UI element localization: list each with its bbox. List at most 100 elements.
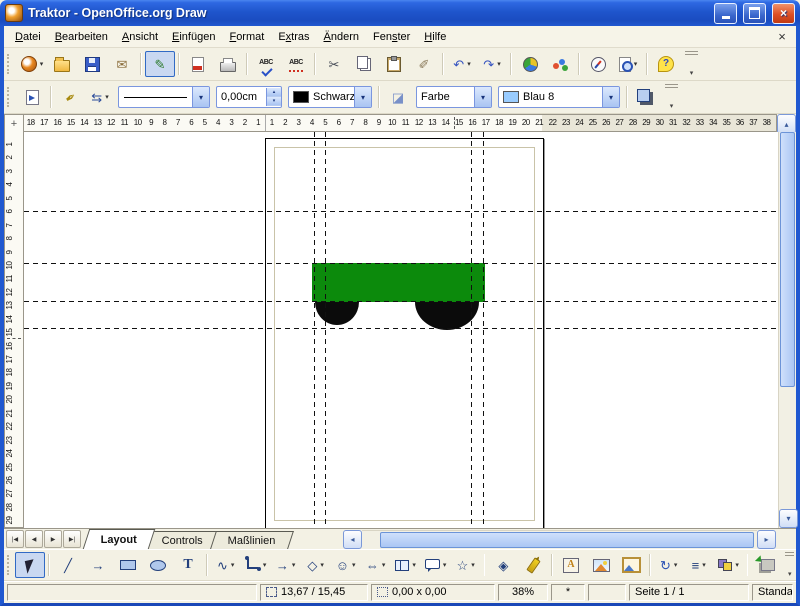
- guide-line-horizontal[interactable]: [24, 328, 778, 329]
- alignment-icon[interactable]: ≡▾: [684, 552, 714, 578]
- next-page-button[interactable]: ▶: [44, 530, 62, 548]
- chevron-down-icon[interactable]: ▾: [474, 87, 491, 107]
- dropdown-arrow-icon[interactable]: ▾: [497, 60, 501, 68]
- new-icon[interactable]: ▾: [17, 51, 47, 77]
- curve-icon[interactable]: ∿▾: [211, 552, 241, 578]
- scroll-left-button[interactable]: ◂: [343, 530, 362, 549]
- paste-icon[interactable]: ▾: [379, 51, 409, 77]
- close-document-button[interactable]: ×: [768, 29, 796, 44]
- menu-extras[interactable]: Extras: [271, 29, 316, 45]
- cut-icon[interactable]: ✂▾: [319, 51, 349, 77]
- chevron-down-icon[interactable]: ▾: [354, 87, 371, 107]
- vertical-scrollbar[interactable]: ▾: [778, 132, 796, 528]
- guide-line-horizontal[interactable]: [24, 301, 778, 302]
- rectangle-icon[interactable]: ▾: [113, 552, 143, 578]
- styles-formatting-icon[interactable]: [17, 84, 47, 110]
- scrollbar-track[interactable]: [362, 530, 757, 548]
- export-pdf-icon[interactable]: ▾: [183, 51, 213, 77]
- guide-line-vertical[interactable]: [471, 132, 472, 528]
- format-paintbrush-icon[interactable]: ✐▾: [409, 51, 439, 77]
- edit-points-icon[interactable]: ◈▾: [488, 552, 518, 578]
- toolbar-more-button[interactable]: ▾: [785, 552, 794, 578]
- line-dialog-icon[interactable]: ✒: [55, 84, 85, 110]
- menu-hilfe[interactable]: Hilfe: [417, 29, 453, 45]
- line-icon[interactable]: ╱▾: [53, 552, 83, 578]
- dropdown-arrow-icon[interactable]: ▾: [735, 561, 739, 569]
- toolbar-grip[interactable]: [7, 555, 12, 575]
- chevron-down-icon[interactable]: ▾: [192, 87, 209, 107]
- scroll-right-button[interactable]: ▸: [757, 530, 776, 549]
- symbol-shapes-icon[interactable]: ☺▾: [331, 552, 361, 578]
- dropdown-arrow-icon[interactable]: ▾: [443, 561, 447, 569]
- navigator-icon[interactable]: ▾: [583, 51, 613, 77]
- auto-spellcheck-icon[interactable]: ABC▾: [281, 51, 311, 77]
- menu-ansicht[interactable]: Ansicht: [115, 29, 165, 45]
- insert-picture-icon[interactable]: ▾: [586, 552, 616, 578]
- zoom-icon[interactable]: ▾: [613, 51, 643, 77]
- menu-datei[interactable]: Datei: [8, 29, 48, 45]
- open-icon[interactable]: ▾: [47, 51, 77, 77]
- chevron-down-icon[interactable]: ▾: [602, 87, 619, 107]
- horizontal-scrollbar[interactable]: ◂ ▸: [343, 531, 776, 548]
- toolbar-grip[interactable]: [7, 87, 14, 107]
- line-width-input[interactable]: 0,00cm▴▾: [216, 86, 282, 108]
- select-icon[interactable]: ▾: [15, 552, 45, 578]
- dropdown-arrow-icon[interactable]: ▾: [674, 561, 678, 569]
- basic-shapes-icon[interactable]: ◇▾: [301, 552, 331, 578]
- status-zoom-field[interactable]: 38%: [498, 584, 548, 601]
- undo-icon[interactable]: ↶▾: [447, 51, 477, 77]
- vertical-ruler[interactable]: 1234567891011121314151617181920212223242…: [4, 132, 24, 528]
- dropdown-arrow-icon[interactable]: ▾: [352, 561, 356, 569]
- tab-controls[interactable]: Controls: [144, 531, 221, 549]
- callouts-icon[interactable]: ▾: [421, 552, 451, 578]
- tab-layout[interactable]: Layout: [83, 529, 156, 549]
- menu-aendern[interactable]: Ändern: [317, 29, 366, 45]
- gallery2-icon[interactable]: ▾: [616, 552, 646, 578]
- toolbar-grip[interactable]: [7, 54, 14, 74]
- area-dialog-icon[interactable]: ◪: [383, 84, 413, 110]
- tractor-body-shape[interactable]: [312, 263, 485, 302]
- dropdown-arrow-icon[interactable]: ▾: [467, 60, 471, 68]
- drawing-canvas[interactable]: [24, 132, 778, 528]
- menu-einfuegen[interactable]: Einfügen: [165, 29, 222, 45]
- dropdown-arrow-icon[interactable]: ▾: [471, 561, 475, 569]
- scrollbar-thumb[interactable]: [380, 532, 754, 548]
- email-icon[interactable]: ✉▾: [107, 51, 137, 77]
- guide-line-horizontal[interactable]: [24, 263, 778, 264]
- block-arrows-icon[interactable]: ⇔▾: [361, 552, 391, 578]
- text-icon[interactable]: T▾: [173, 552, 203, 578]
- print-icon[interactable]: ▾: [213, 51, 243, 77]
- last-page-button[interactable]: ▶|: [63, 530, 81, 548]
- lines-arrows-icon[interactable]: →▾: [271, 552, 301, 578]
- arrow-style-icon[interactable]: ⇆▾: [85, 84, 115, 110]
- dropdown-arrow-icon[interactable]: ▾: [634, 60, 638, 68]
- guide-line-horizontal[interactable]: [24, 211, 778, 212]
- guide-line-vertical[interactable]: [483, 132, 484, 528]
- toolbar-more-button[interactable]: ▾: [685, 51, 698, 77]
- redo-icon[interactable]: ↷▾: [477, 51, 507, 77]
- ruler-origin-button[interactable]: +: [4, 114, 24, 134]
- status-size-field[interactable]: 0,00 x 0,00: [371, 584, 495, 601]
- line-width-spinner[interactable]: ▴▾: [266, 88, 281, 106]
- dropdown-arrow-icon[interactable]: ▾: [231, 561, 235, 569]
- scroll-up-button[interactable]: ▴: [777, 114, 796, 134]
- dropdown-arrow-icon[interactable]: ▾: [702, 561, 706, 569]
- line-style-select[interactable]: ▾: [118, 86, 210, 108]
- first-page-button[interactable]: |◀: [6, 530, 24, 548]
- stars-icon[interactable]: ☆▾: [451, 552, 481, 578]
- help-icon[interactable]: ?▾: [651, 51, 681, 77]
- dropdown-arrow-icon[interactable]: ▾: [382, 561, 386, 569]
- menu-fenster[interactable]: Fenster: [366, 29, 417, 45]
- gallery-icon[interactable]: ▾: [545, 51, 575, 77]
- status-style-field[interactable]: Standard: [752, 584, 793, 601]
- flowchart-icon[interactable]: ▾: [391, 552, 421, 578]
- rotate-icon[interactable]: ↻▾: [654, 552, 684, 578]
- tab-masslinien[interactable]: Maßlinien: [210, 531, 294, 549]
- chart-icon[interactable]: ▾: [515, 51, 545, 77]
- minimize-button[interactable]: [714, 3, 737, 24]
- horizontal-ruler[interactable]: 181716151413121110987654321 123456789101…: [24, 114, 777, 132]
- status-page-field[interactable]: Seite 1 / 1: [629, 584, 749, 601]
- copy-icon[interactable]: ▾: [349, 51, 379, 77]
- toolbar-more-button[interactable]: ▾: [665, 84, 678, 110]
- status-position-field[interactable]: 13,67 / 15,45: [260, 584, 368, 601]
